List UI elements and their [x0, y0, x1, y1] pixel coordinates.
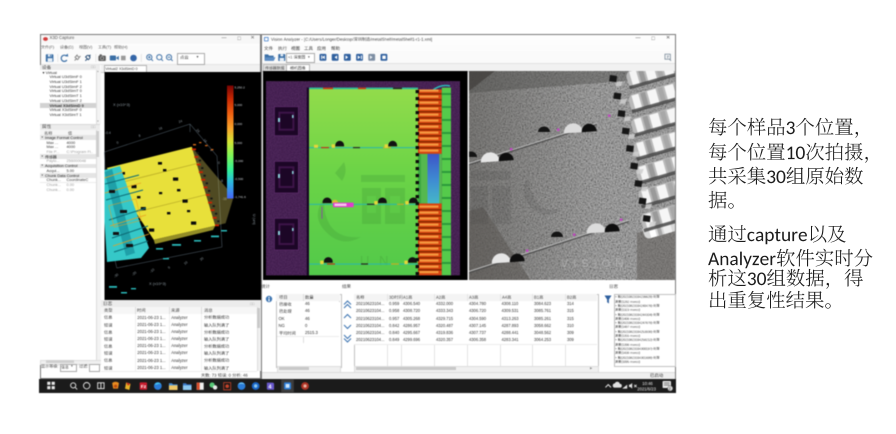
svg-text:-5,000: -5,000	[234, 159, 243, 163]
svg-text:0,000: 0,000	[234, 122, 242, 126]
svg-text:-1,741.6: -1,741.6	[234, 195, 246, 199]
svg-text:VISION: VISION	[561, 258, 628, 270]
svg-text:5,250.2: 5,250.2	[234, 85, 245, 89]
svg-text:U (um): U (um)	[252, 214, 256, 225]
svg-text:0: 0	[218, 161, 220, 165]
svg-text:2021/6/23: 2021/6/23	[637, 387, 656, 392]
svg-text:X (x10^3): X (x10^3)	[149, 281, 167, 286]
svg-text:-0,500: -0,500	[234, 177, 243, 181]
svg-text:2: 2	[668, 387, 670, 391]
svg-text:X (x10^3): X (x10^3)	[113, 102, 131, 107]
svg-text:U N: U N	[360, 253, 391, 268]
svg-text:10:46: 10:46	[642, 381, 653, 386]
svg-text:-0.4: -0.4	[105, 131, 111, 135]
svg-text:4: 4	[268, 385, 271, 391]
svg-text:Fz: Fz	[140, 384, 146, 390]
svg-text:5,000: 5,000	[234, 103, 242, 107]
svg-text:5,000: 5,000	[234, 141, 242, 145]
